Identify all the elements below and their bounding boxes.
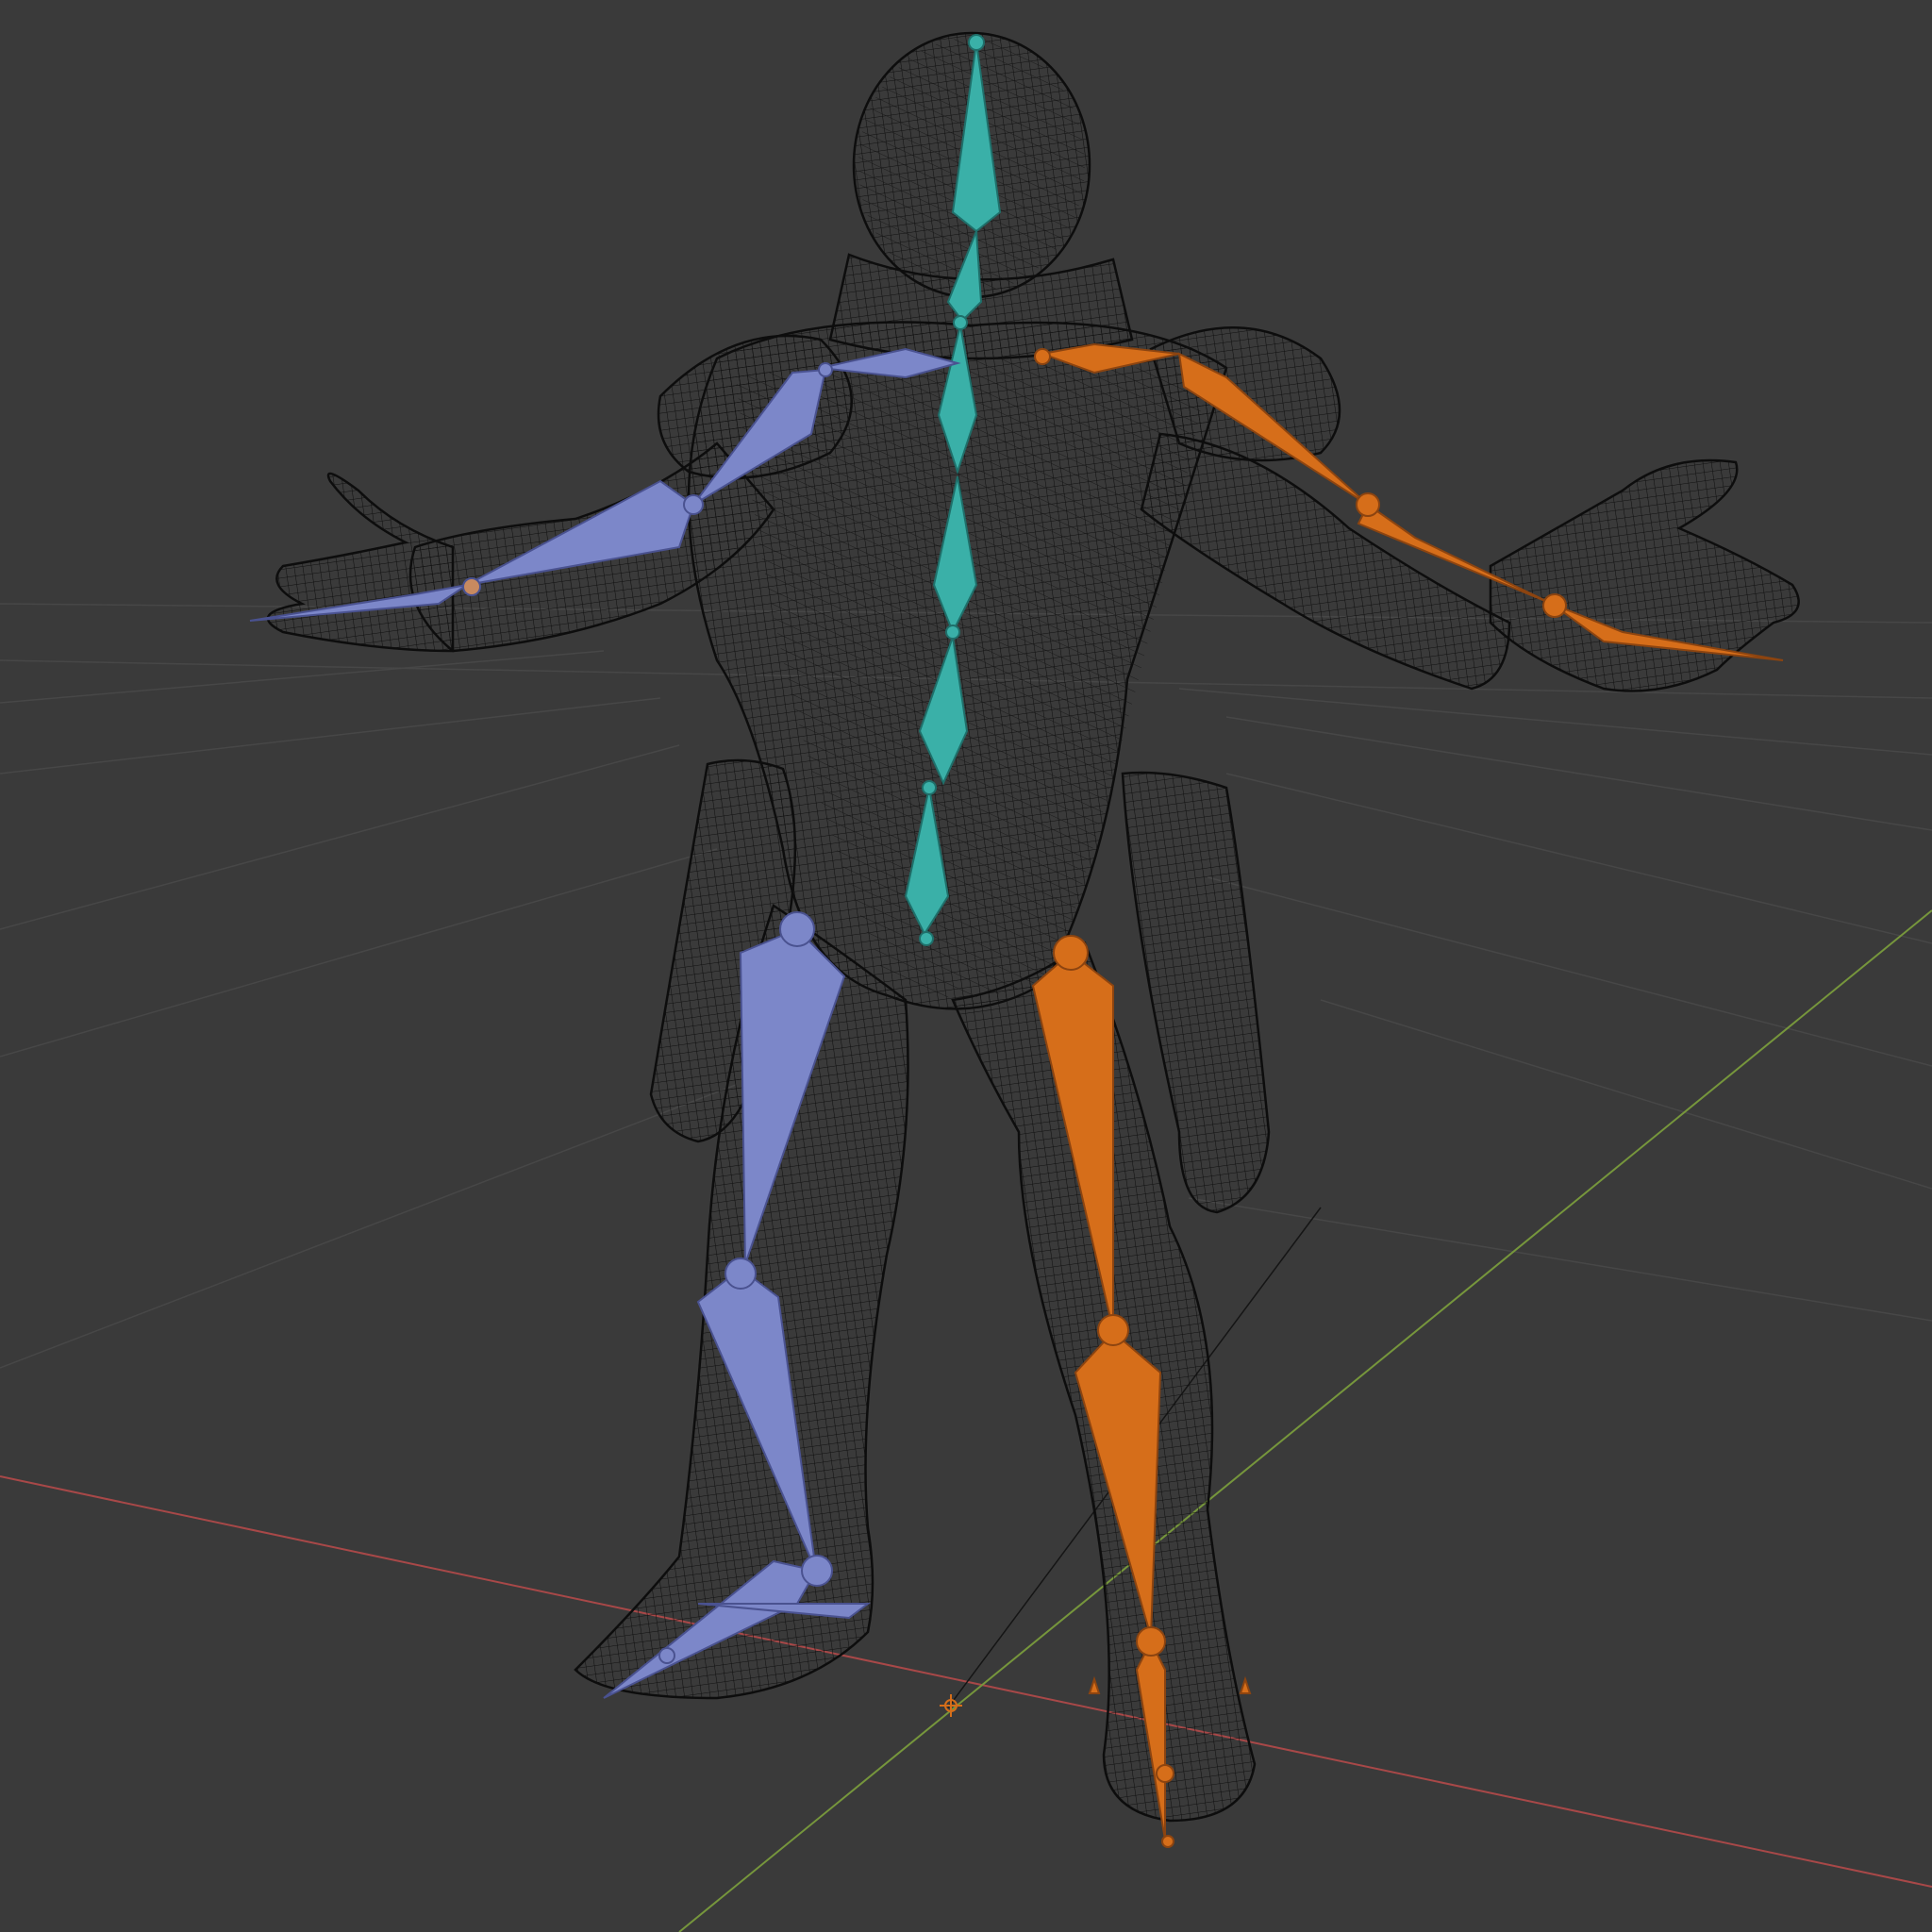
joint-icon[interactable] bbox=[922, 780, 937, 795]
character-mesh[interactable] bbox=[266, 31, 1800, 1823]
joint-icon[interactable] bbox=[1136, 1626, 1166, 1657]
3d-viewport[interactable] bbox=[0, 0, 1932, 1932]
bone-icon[interactable] bbox=[1088, 1675, 1101, 1694]
joint-icon[interactable] bbox=[919, 931, 934, 946]
joint-icon[interactable] bbox=[953, 315, 968, 330]
joint-icon[interactable] bbox=[1053, 935, 1089, 971]
joint-icon[interactable] bbox=[1034, 348, 1051, 365]
joint-icon[interactable] bbox=[724, 1257, 757, 1290]
joint-icon[interactable] bbox=[818, 362, 833, 377]
viewport-canvas[interactable] bbox=[0, 0, 1932, 1932]
joint-icon[interactable] bbox=[1097, 1314, 1129, 1346]
joint-icon[interactable] bbox=[1542, 593, 1567, 618]
joint-icon[interactable] bbox=[945, 625, 960, 640]
bone-icon[interactable] bbox=[1239, 1675, 1252, 1694]
joint-icon[interactable] bbox=[658, 1647, 675, 1664]
joint-icon[interactable] bbox=[1161, 1835, 1174, 1848]
joint-icon[interactable] bbox=[1356, 492, 1380, 517]
joint-icon[interactable] bbox=[1156, 1764, 1174, 1783]
joint-icon[interactable] bbox=[683, 494, 704, 515]
joint-icon[interactable] bbox=[801, 1555, 833, 1587]
mesh-hand-left[interactable] bbox=[266, 472, 455, 653]
joint-icon[interactable] bbox=[968, 34, 985, 51]
joint-icon[interactable] bbox=[779, 911, 815, 947]
joint-icon[interactable] bbox=[462, 577, 481, 596]
x-axis-line bbox=[0, 1475, 1932, 1888]
origin-icon[interactable] bbox=[940, 1694, 962, 1717]
